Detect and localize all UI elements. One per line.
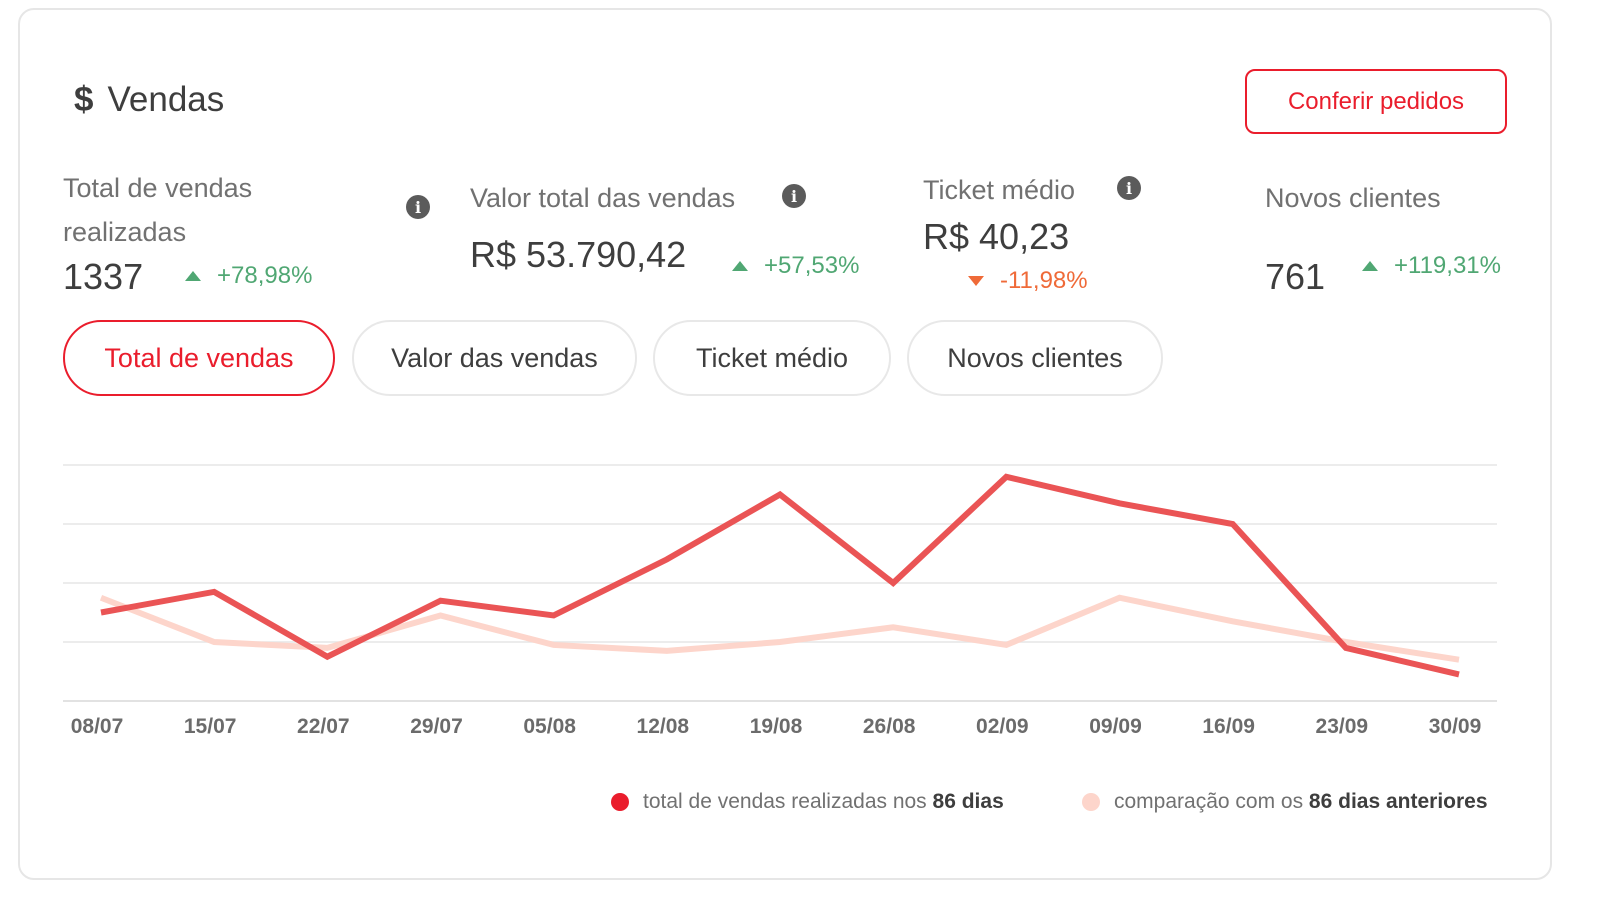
x-tick-label: 12/08 — [637, 715, 690, 738]
x-tick-label: 26/08 — [863, 715, 916, 738]
x-tick-label: 19/08 — [750, 715, 803, 738]
x-tick-label: 15/07 — [184, 715, 237, 738]
x-tick-label: 22/07 — [297, 715, 350, 738]
x-tick-label: 05/08 — [523, 715, 576, 738]
sales-line-chart: 08/07 15/07 22/07 29/07 05/08 12/08 19/08 26/08… — [63, 464, 1497, 738]
x-tick-label: 09/09 — [1089, 715, 1142, 738]
x-tick-label: 23/09 — [1316, 715, 1369, 738]
x-tick-label: 08/07 — [71, 715, 124, 738]
x-tick-label: 16/09 — [1202, 715, 1255, 738]
legend-previous: comparação com os 86 dias anteriores — [1082, 790, 1488, 814]
x-tick-label: 29/07 — [410, 715, 463, 738]
x-tick-label: 02/09 — [976, 715, 1029, 738]
x-tick-label: 30/09 — [1429, 715, 1482, 738]
series-line-previous — [99, 594, 1460, 663]
legend-current-dot — [611, 793, 629, 811]
legend-previous-dot — [1082, 793, 1100, 811]
legend-current: total de vendas realizadas nos 86 dias — [611, 790, 1004, 814]
